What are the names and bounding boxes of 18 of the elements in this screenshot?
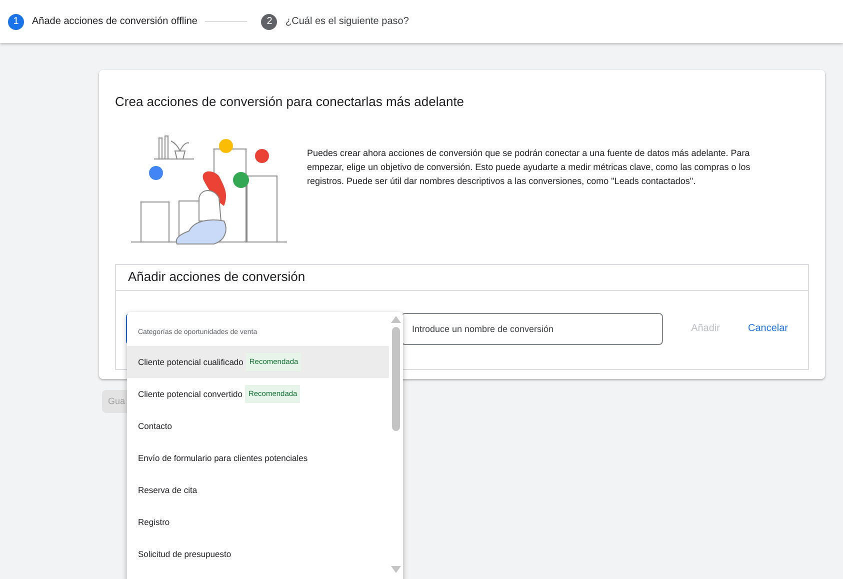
option-label: Reserva de cita <box>138 484 198 496</box>
step-number: 2 <box>261 14 278 30</box>
step-number: 1 <box>8 14 24 30</box>
section-title: Añadir acciones de conversión <box>116 264 808 290</box>
description: Puedes crear ahora acciones de conversión que se podrán conectar a una fuente de datos más adelante. Para empezar, elige un objetivo de conversión. Esto puede ayudarte a medir métricas clave, como las compras o los registros. Puede ser útil dar nombres descriptivos a las conversiones, como "Leads contactados". <box>307 146 752 188</box>
scroll-down-icon <box>391 566 401 573</box>
scrollbar-thumb[interactable] <box>392 327 400 431</box>
option-label: Solicitud de presupuesto <box>138 548 232 560</box>
step-label: Añade acciones de conversión offline <box>32 15 198 29</box>
option-label: Envío de formulario para clientes potenciales <box>138 452 308 464</box>
card-title: Crea acciones de conversión para conectarlas más adelante <box>115 93 466 111</box>
option-label: Cliente potencial cualificado <box>138 356 244 368</box>
scroll-up-icon <box>391 316 401 323</box>
option-label: Registro <box>138 516 170 528</box>
cancel-button[interactable]: Cancelar <box>740 317 796 340</box>
step-label: ¿Cuál es el siguiente paso? <box>285 15 409 29</box>
option-label: Contacto <box>138 420 172 432</box>
name-input-field[interactable]: Introduce un nombre de conversión <box>400 312 664 344</box>
